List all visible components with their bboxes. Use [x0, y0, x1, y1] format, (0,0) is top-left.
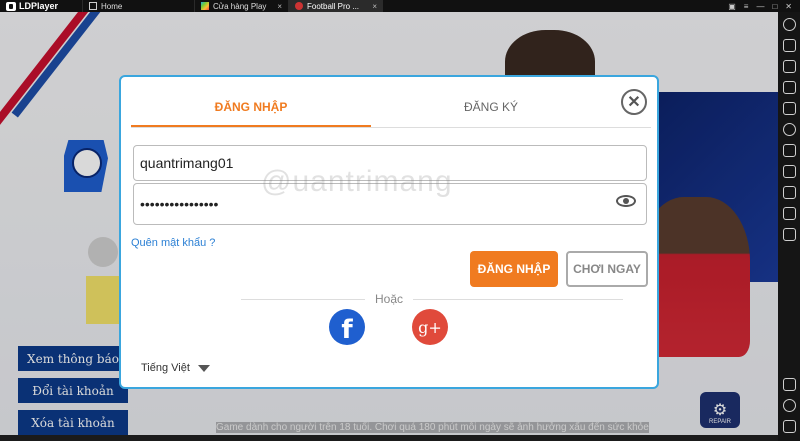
close-icon[interactable]: ✕	[785, 2, 792, 11]
show-password-eye-icon[interactable]	[616, 195, 636, 207]
tab-label: Cửa hàng Play	[213, 1, 267, 11]
keyboard-icon[interactable]	[782, 39, 796, 52]
record-icon[interactable]	[782, 165, 796, 178]
emulator-sidebar	[778, 12, 800, 441]
tab-football-pro[interactable]: Football Pro ... ×	[288, 0, 383, 12]
close-dialog-button[interactable]: ✕	[621, 89, 647, 115]
screen-rotate-icon[interactable]	[782, 123, 796, 136]
play-store-icon	[201, 2, 209, 10]
home-icon[interactable]	[782, 399, 796, 412]
back-icon[interactable]	[782, 378, 796, 391]
login-button[interactable]: ĐĂNG NHẬP	[470, 251, 558, 287]
game-icon	[295, 2, 303, 10]
chevron-down-icon	[197, 364, 210, 372]
tab-login[interactable]: ĐĂNG NHẬP	[131, 87, 371, 127]
close-icon[interactable]: ×	[372, 2, 377, 11]
volume-up-icon[interactable]	[782, 60, 796, 73]
gamepad-icon[interactable]: ▣	[728, 2, 736, 11]
auth-tabs: ĐĂNG NHẬP ĐĂNG KÝ	[131, 87, 651, 128]
watermark: @uantrimang	[261, 165, 453, 198]
minimize-icon[interactable]: —	[756, 2, 764, 11]
home-icon	[89, 2, 97, 10]
volume-down-icon[interactable]	[782, 81, 796, 94]
tab-label: Football Pro ...	[307, 1, 360, 11]
facebook-login-button[interactable]: f	[329, 309, 365, 345]
app-logo: LDPlayer	[0, 1, 82, 11]
divider	[413, 299, 623, 300]
fullscreen-icon[interactable]	[782, 102, 796, 115]
tab-register[interactable]: ĐĂNG KÝ	[401, 87, 581, 127]
title-bar: LDPlayer Home Cửa hàng Play × Football P…	[0, 0, 800, 12]
divider	[131, 127, 651, 128]
close-icon[interactable]: ×	[277, 2, 282, 11]
forgot-password-link[interactable]: Quên mật khẩu ?	[131, 237, 215, 249]
tab-label: Home	[101, 1, 123, 11]
more-icon[interactable]	[782, 228, 796, 241]
divider	[241, 299, 365, 300]
recent-icon[interactable]	[782, 420, 796, 433]
password-value: ••••••••••••••••	[140, 196, 219, 212]
language-value: Tiếng Việt	[141, 362, 190, 374]
screenshot-icon[interactable]	[782, 207, 796, 220]
username-value: quantrimang01	[140, 155, 234, 171]
settings-icon[interactable]	[782, 18, 796, 31]
window-controls: ▣ ≡ — □ ✕	[728, 2, 800, 11]
menu-icon[interactable]: ≡	[744, 2, 749, 11]
rpk-icon[interactable]	[782, 186, 796, 199]
google-login-button[interactable]: g+	[412, 309, 448, 345]
play-now-button[interactable]: CHƠI NGAY	[566, 251, 648, 287]
ldplayer-logo-icon	[6, 1, 16, 11]
apk-install-icon[interactable]	[782, 144, 796, 157]
language-select[interactable]: Tiếng Việt	[141, 362, 210, 374]
login-dialog: ĐĂNG NHẬP ĐĂNG KÝ ✕ quantrimang01 ••••••…	[119, 75, 659, 389]
maximize-icon[interactable]: □	[772, 2, 777, 11]
google-plus-icon: g+	[418, 317, 442, 337]
close-icon: ✕	[627, 94, 641, 111]
tab-play-store[interactable]: Cửa hàng Play ×	[194, 0, 288, 12]
app-name: LDPlayer	[19, 1, 59, 11]
or-label: Hoặc	[375, 292, 404, 306]
facebook-icon: f	[341, 315, 353, 345]
tab-home[interactable]: Home	[82, 0, 194, 12]
